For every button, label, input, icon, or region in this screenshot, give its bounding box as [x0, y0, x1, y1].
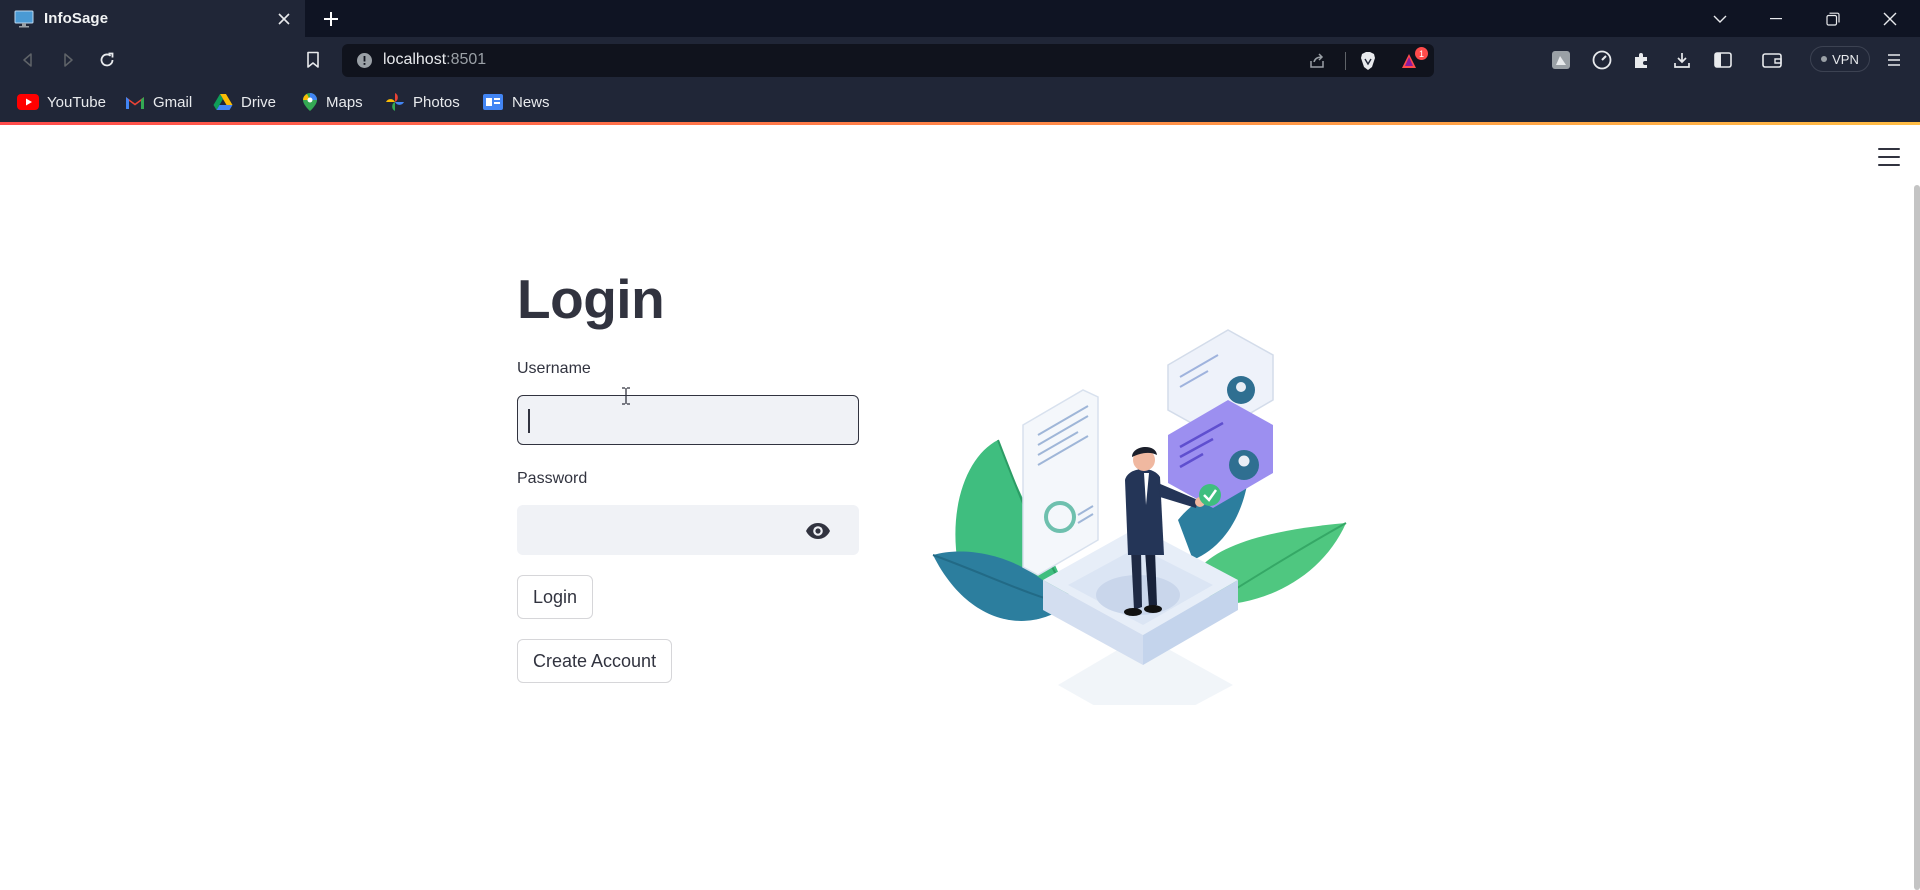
new-tab-button[interactable]: [318, 6, 344, 32]
wallet-icon[interactable]: [1759, 47, 1785, 73]
bookmark-label: Photos: [413, 93, 460, 111]
chevron-down-icon: [1713, 15, 1727, 23]
text-caret: [528, 409, 530, 433]
close-window-button[interactable]: [1862, 0, 1918, 37]
download-icon[interactable]: [1669, 47, 1695, 73]
restore-icon: [1826, 12, 1840, 26]
back-arrow-icon: [23, 53, 32, 67]
password-label: Password: [517, 470, 588, 487]
bookmark-photos[interactable]: Photos: [385, 90, 460, 114]
url-port: :8501: [446, 51, 487, 68]
username-label: Username: [517, 360, 591, 377]
hamburger-line: [1878, 148, 1900, 150]
bookmark-label: YouTube: [47, 93, 106, 111]
vpn-button[interactable]: VPN: [1810, 46, 1870, 72]
notification-badge: 1: [1415, 47, 1428, 60]
forward-button[interactable]: [55, 47, 81, 73]
password-input[interactable]: [517, 505, 859, 555]
reload-icon: [100, 52, 114, 67]
news-icon: [483, 94, 503, 110]
site-info-icon[interactable]: [356, 52, 373, 74]
page-title: Login: [517, 268, 665, 330]
speedometer-icon[interactable]: [1589, 47, 1615, 73]
hamburger-line: [1878, 164, 1900, 166]
drive-icon: [213, 94, 233, 110]
close-icon: [1883, 12, 1897, 25]
puzzle-icon[interactable]: [1629, 47, 1655, 73]
bookmark-label: Drive: [241, 93, 277, 111]
brave-shields-icon[interactable]: [1357, 50, 1379, 72]
hamburger-line: [1878, 156, 1900, 158]
plus-icon: [324, 12, 338, 26]
tab-title: InfoSage: [44, 10, 109, 27]
bookmark-label: Maps: [326, 93, 363, 111]
bookmark-label: News: [512, 93, 550, 111]
login-illustration: [932, 329, 1347, 705]
app-page: Login Username Password Login Create Acc…: [0, 125, 1920, 890]
gmail-icon: [126, 96, 144, 109]
vpn-status-dot: [1821, 56, 1828, 62]
url-text: localhost:8501: [383, 51, 486, 69]
username-input[interactable]: [517, 395, 859, 445]
restore-button[interactable]: [1805, 0, 1861, 37]
tab-search-button[interactable]: [1692, 0, 1748, 37]
omnibox-divider: [1345, 52, 1346, 70]
vertical-scrollbar[interactable]: [1914, 185, 1920, 890]
bookmark-drive[interactable]: Drive: [213, 90, 276, 114]
reload-button[interactable]: [94, 47, 120, 73]
sidebar-toggle-icon[interactable]: [1710, 47, 1736, 73]
show-password-icon[interactable]: [805, 520, 831, 542]
browser-tab-active[interactable]: InfoSage: [0, 0, 305, 37]
create-account-button[interactable]: Create Account: [517, 639, 673, 683]
main-menu-button[interactable]: [1878, 148, 1900, 166]
vpn-label: VPN: [1832, 51, 1859, 67]
close-tab-icon[interactable]: [273, 8, 295, 30]
bookmark-maps[interactable]: Maps: [302, 90, 363, 114]
minimize-icon: [1770, 17, 1782, 19]
text-cursor-icon: [622, 387, 630, 405]
menu-icon[interactable]: [1881, 47, 1907, 73]
browser-toolbar: localhost:8501 1 VPN: [0, 37, 1920, 82]
bookmark-gmail[interactable]: Gmail: [125, 90, 192, 114]
minimize-button[interactable]: [1748, 0, 1804, 37]
monitor-icon: [14, 10, 34, 27]
bookmarks-bar: YouTube Gmail Drive Maps Photos News: [0, 82, 1920, 122]
url-host: localhost: [383, 51, 447, 68]
maps-icon: [303, 93, 317, 111]
photos-icon: [386, 93, 404, 111]
login-button[interactable]: Login: [517, 575, 594, 619]
share-icon[interactable]: [1306, 50, 1328, 72]
youtube-icon: [17, 94, 39, 110]
bookmark-label: Gmail: [153, 93, 193, 111]
bookmark-news[interactable]: News: [482, 90, 550, 114]
back-button[interactable]: [15, 47, 41, 73]
address-bar[interactable]: localhost:8501 1: [342, 44, 1434, 77]
forward-arrow-icon: [64, 53, 73, 67]
tab-strip: InfoSage: [0, 0, 1920, 37]
bookmark-page-button[interactable]: [300, 47, 326, 73]
extension-icon[interactable]: [1548, 47, 1574, 73]
bookmark-icon: [307, 51, 319, 68]
bookmark-youtube[interactable]: YouTube: [17, 90, 106, 114]
